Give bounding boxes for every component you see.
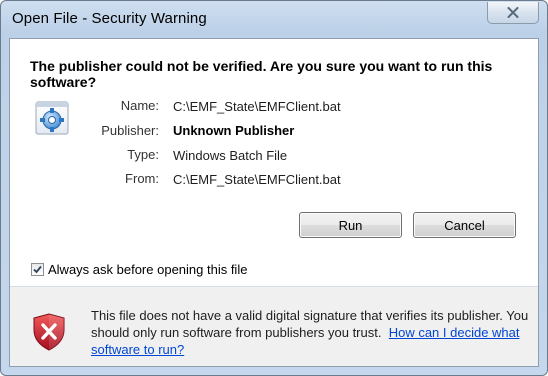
publisher-label: Publisher: xyxy=(101,123,159,138)
footer-panel: This file does not have a valid digital … xyxy=(10,287,538,366)
name-value: C:\EMF_State\EMFClient.bat xyxy=(173,99,341,114)
publisher-value: Unknown Publisher xyxy=(173,123,295,138)
name-label: Name: xyxy=(120,98,159,113)
dialog-content: The publisher could not be verified. Are… xyxy=(9,38,539,367)
cancel-button[interactable]: Cancel xyxy=(413,212,516,238)
always-ask-option[interactable]: Always ask before opening this file xyxy=(31,262,247,277)
footer-message: This file does not have a valid digital … xyxy=(91,307,531,358)
from-value: C:\EMF_State\EMFClient.bat xyxy=(173,172,341,187)
window-title: Open File - Security Warning xyxy=(12,10,207,27)
from-label: From: xyxy=(125,171,159,186)
security-shield-icon xyxy=(33,313,65,351)
run-button[interactable]: Run xyxy=(299,212,402,238)
always-ask-checkbox[interactable] xyxy=(31,263,44,276)
title-bar[interactable]: Open File - Security Warning xyxy=(1,1,547,37)
close-button[interactable] xyxy=(487,2,539,24)
always-ask-label: Always ask before opening this file xyxy=(48,262,248,277)
warning-heading: The publisher could not be verified. Are… xyxy=(30,58,493,90)
security-warning-dialog: Open File - Security Warning The publish… xyxy=(0,0,548,376)
checkmark-icon xyxy=(33,265,42,274)
type-label: Type: xyxy=(127,147,159,162)
type-value: Windows Batch File xyxy=(173,148,288,163)
close-icon xyxy=(507,7,519,18)
